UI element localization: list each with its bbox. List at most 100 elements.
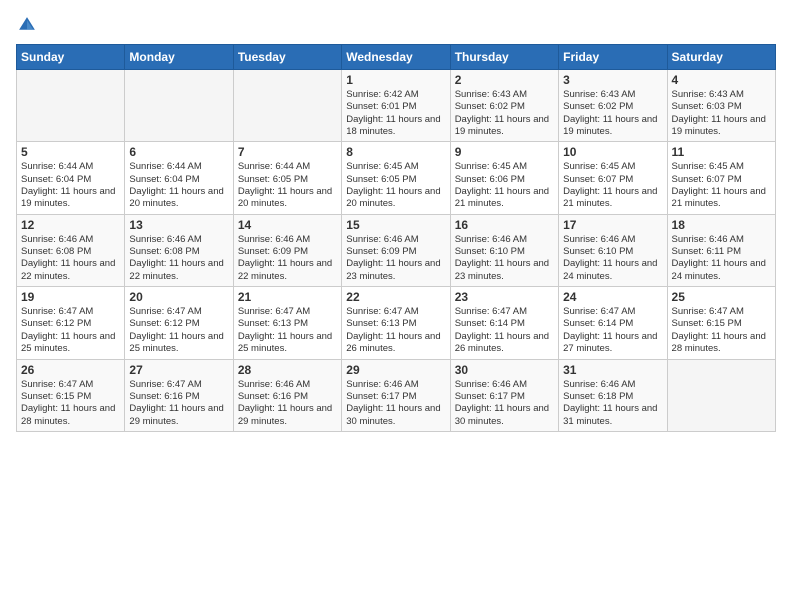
calendar-cell: 1Sunrise: 6:42 AM Sunset: 6:01 PM Daylig… (342, 70, 450, 142)
calendar-week-row: 19 Sunrise: 6:47 AM Sunset: 6:12 PM Dayli… (17, 287, 776, 359)
day-detail: Sunrise: 6:47 AM Sunset: 6:14 PM Dayligh… (455, 306, 554, 355)
calendar-cell (17, 70, 125, 142)
day-detail: Sunrise: 6:45 AM Sunset: 6:05 PM Dayligh… (346, 161, 445, 210)
day-detail: Sunrise: 6:44 AM Sunset: 6:05 PM Dayligh… (238, 161, 337, 210)
calendar-cell: 25 Sunrise: 6:47 AM Sunset: 6:15 PM Dayli… (667, 287, 775, 359)
calendar-cell: 22 Sunrise: 6:47 AM Sunset: 6:13 PM Dayli… (342, 287, 450, 359)
calendar-cell: 20 Sunrise: 6:47 AM Sunset: 6:12 PM Dayli… (125, 287, 233, 359)
day-detail: Sunrise: 6:46 AM Sunset: 6:10 PM Dayligh… (563, 234, 662, 283)
day-number: 22 (346, 290, 445, 304)
calendar-cell: 8 Sunrise: 6:45 AM Sunset: 6:05 PM Daylig… (342, 142, 450, 214)
calendar-cell: 9 Sunrise: 6:45 AM Sunset: 6:06 PM Daylig… (450, 142, 558, 214)
calendar-cell: 12Sunrise: 6:46 AM Sunset: 6:08 PM Dayli… (17, 214, 125, 286)
day-detail: Sunrise: 6:47 AM Sunset: 6:15 PM Dayligh… (21, 379, 120, 428)
calendar-header-row: SundayMondayTuesdayWednesdayThursdayFrid… (17, 45, 776, 70)
calendar-cell: 18Sunrise: 6:46 AM Sunset: 6:11 PM Dayli… (667, 214, 775, 286)
logo-icon (16, 14, 38, 36)
day-detail: Sunrise: 6:46 AM Sunset: 6:08 PM Dayligh… (129, 234, 228, 283)
day-number: 9 (455, 145, 554, 159)
day-detail: Sunrise: 6:47 AM Sunset: 6:12 PM Dayligh… (129, 306, 228, 355)
calendar-cell: 4 Sunrise: 6:43 AM Sunset: 6:03 PM Daylig… (667, 70, 775, 142)
day-detail: Sunrise: 6:46 AM Sunset: 6:16 PM Dayligh… (238, 379, 337, 428)
weekday-header-wednesday: Wednesday (342, 45, 450, 70)
weekday-header-friday: Friday (559, 45, 667, 70)
day-number: 11 (672, 145, 771, 159)
day-number: 28 (238, 363, 337, 377)
day-detail: Sunrise: 6:45 AM Sunset: 6:06 PM Dayligh… (455, 161, 554, 210)
calendar-cell: 28 Sunrise: 6:46 AM Sunset: 6:16 PM Dayli… (233, 359, 341, 431)
day-number: 4 (672, 73, 771, 87)
day-number: 31 (563, 363, 662, 377)
calendar-cell: 24 Sunrise: 6:47 AM Sunset: 6:14 PM Dayli… (559, 287, 667, 359)
day-detail: Sunrise: 6:46 AM Sunset: 6:09 PM Dayligh… (238, 234, 337, 283)
day-number: 14 (238, 218, 337, 232)
weekday-header-saturday: Saturday (667, 45, 775, 70)
calendar-cell: 11 Sunrise: 6:45 AM Sunset: 6:07 PM Dayli… (667, 142, 775, 214)
calendar-cell: 15 Sunrise: 6:46 AM Sunset: 6:09 PM Dayli… (342, 214, 450, 286)
day-number: 13 (129, 218, 228, 232)
day-detail: Sunrise: 6:46 AM Sunset: 6:09 PM Dayligh… (346, 234, 445, 283)
calendar-week-row: 5 Sunrise: 6:44 AM Sunset: 6:04 PM Daylig… (17, 142, 776, 214)
logo (16, 14, 42, 36)
calendar-table: SundayMondayTuesdayWednesdayThursdayFrid… (16, 44, 776, 432)
day-detail: Sunrise: 6:47 AM Sunset: 6:14 PM Dayligh… (563, 306, 662, 355)
day-number: 29 (346, 363, 445, 377)
day-detail: Sunrise: 6:47 AM Sunset: 6:16 PM Dayligh… (129, 379, 228, 428)
weekday-header-sunday: Sunday (17, 45, 125, 70)
day-number: 20 (129, 290, 228, 304)
day-number: 23 (455, 290, 554, 304)
weekday-header-monday: Monday (125, 45, 233, 70)
calendar-cell: 26 Sunrise: 6:47 AM Sunset: 6:15 PM Dayli… (17, 359, 125, 431)
calendar-cell (233, 70, 341, 142)
day-detail: Sunrise: 6:47 AM Sunset: 6:13 PM Dayligh… (346, 306, 445, 355)
calendar-cell: 23 Sunrise: 6:47 AM Sunset: 6:14 PM Dayli… (450, 287, 558, 359)
day-detail: Sunrise: 6:45 AM Sunset: 6:07 PM Dayligh… (563, 161, 662, 210)
calendar-cell: 13 Sunrise: 6:46 AM Sunset: 6:08 PM Dayli… (125, 214, 233, 286)
calendar-cell: 10 Sunrise: 6:45 AM Sunset: 6:07 PM Dayli… (559, 142, 667, 214)
day-detail: Sunrise: 6:44 AM Sunset: 6:04 PM Dayligh… (21, 161, 120, 210)
day-number: 10 (563, 145, 662, 159)
calendar-cell: 29 Sunrise: 6:46 AM Sunset: 6:17 PM Dayli… (342, 359, 450, 431)
day-detail: Sunrise: 6:46 AM Sunset: 6:17 PM Dayligh… (346, 379, 445, 428)
day-number: 15 (346, 218, 445, 232)
day-detail: Sunrise: 6:47 AM Sunset: 6:15 PM Dayligh… (672, 306, 771, 355)
day-number: 25 (672, 290, 771, 304)
day-detail: Sunrise: 6:47 AM Sunset: 6:12 PM Dayligh… (21, 306, 120, 355)
day-detail: Sunrise: 6:46 AM Sunset: 6:17 PM Dayligh… (455, 379, 554, 428)
day-detail: Sunrise: 6:46 AM Sunset: 6:08 PM Dayligh… (21, 234, 120, 283)
day-detail: Sunrise: 6:43 AM Sunset: 6:02 PM Dayligh… (563, 89, 662, 138)
day-detail: Sunrise: 6:46 AM Sunset: 6:18 PM Dayligh… (563, 379, 662, 428)
calendar-week-row: 12Sunrise: 6:46 AM Sunset: 6:08 PM Dayli… (17, 214, 776, 286)
day-number: 30 (455, 363, 554, 377)
day-number: 21 (238, 290, 337, 304)
day-number: 8 (346, 145, 445, 159)
day-number: 17 (563, 218, 662, 232)
calendar-cell: 27 Sunrise: 6:47 AM Sunset: 6:16 PM Dayli… (125, 359, 233, 431)
page-header (16, 14, 776, 36)
day-number: 2 (455, 73, 554, 87)
calendar-cell: 17 Sunrise: 6:46 AM Sunset: 6:10 PM Dayli… (559, 214, 667, 286)
day-number: 6 (129, 145, 228, 159)
calendar-cell (125, 70, 233, 142)
day-detail: Sunrise: 6:44 AM Sunset: 6:04 PM Dayligh… (129, 161, 228, 210)
day-number: 7 (238, 145, 337, 159)
calendar-cell: 5 Sunrise: 6:44 AM Sunset: 6:04 PM Daylig… (17, 142, 125, 214)
calendar-cell: 31 Sunrise: 6:46 AM Sunset: 6:18 PM Dayli… (559, 359, 667, 431)
calendar-cell: 19 Sunrise: 6:47 AM Sunset: 6:12 PM Dayli… (17, 287, 125, 359)
day-detail: Sunrise: 6:46 AM Sunset: 6:10 PM Dayligh… (455, 234, 554, 283)
calendar-cell: 2Sunrise: 6:43 AM Sunset: 6:02 PM Daylig… (450, 70, 558, 142)
calendar-cell: 3 Sunrise: 6:43 AM Sunset: 6:02 PM Daylig… (559, 70, 667, 142)
day-detail: Sunrise: 6:45 AM Sunset: 6:07 PM Dayligh… (672, 161, 771, 210)
day-detail: Sunrise: 6:47 AM Sunset: 6:13 PM Dayligh… (238, 306, 337, 355)
day-detail: Sunrise: 6:42 AM Sunset: 6:01 PM Dayligh… (346, 89, 445, 138)
day-number: 24 (563, 290, 662, 304)
day-number: 27 (129, 363, 228, 377)
day-number: 26 (21, 363, 120, 377)
day-number: 16 (455, 218, 554, 232)
calendar-cell: 30 Sunrise: 6:46 AM Sunset: 6:17 PM Dayli… (450, 359, 558, 431)
day-detail: Sunrise: 6:43 AM Sunset: 6:03 PM Dayligh… (672, 89, 771, 138)
day-number: 19 (21, 290, 120, 304)
day-number: 5 (21, 145, 120, 159)
day-number: 3 (563, 73, 662, 87)
calendar-week-row: 26 Sunrise: 6:47 AM Sunset: 6:15 PM Dayli… (17, 359, 776, 431)
